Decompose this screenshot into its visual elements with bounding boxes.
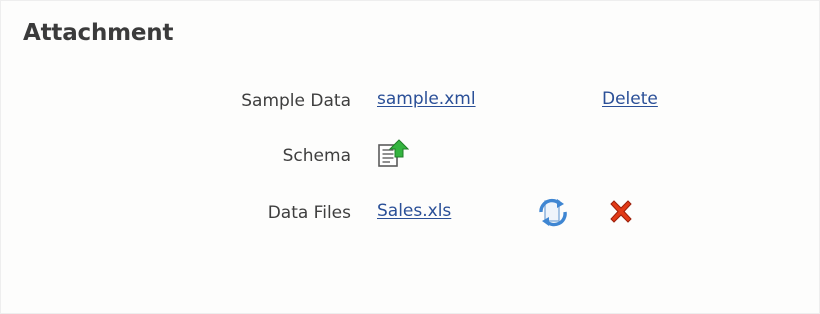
data-file-link[interactable]: Sales.xls — [377, 201, 451, 221]
sample-data-file-link[interactable]: sample.xml — [377, 89, 476, 109]
attachment-panel: Attachment Sample Data sample.xml Delete… — [0, 0, 820, 314]
data-files-label: Data Files — [267, 203, 351, 223]
section-title: Attachment — [23, 20, 174, 46]
sample-data-label: Sample Data — [241, 91, 351, 111]
schema-label: Schema — [282, 146, 351, 166]
delete-sample-data-link[interactable]: Delete — [602, 89, 658, 109]
upload-document-icon[interactable] — [377, 139, 410, 169]
refresh-icon[interactable] — [535, 196, 571, 228]
delete-x-icon[interactable] — [607, 198, 635, 226]
